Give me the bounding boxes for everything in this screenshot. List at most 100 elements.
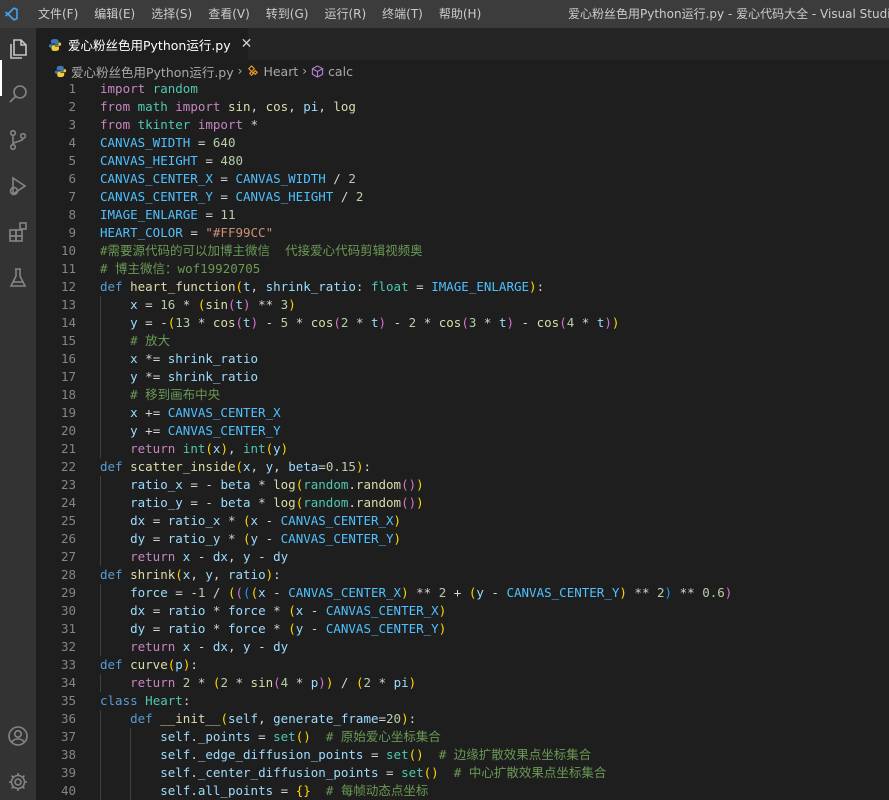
- code-line[interactable]: 25 dx = ratio_x * (x - CANVAS_CENTER_X): [36, 512, 889, 530]
- breadcrumb-class[interactable]: Heart: [246, 64, 298, 79]
- line-number: 32: [60, 639, 76, 654]
- code-line[interactable]: 10 #需要源代码的可以加博主微信 代接爱心代码剪辑视频奥: [36, 242, 889, 260]
- search-icon[interactable]: [0, 76, 36, 112]
- settings-gear-icon[interactable]: [0, 764, 36, 800]
- code-token: 0.15: [325, 459, 356, 474]
- code-line[interactable]: 37 self._points = set() # 原始爱心坐标集合: [36, 728, 889, 746]
- code-line[interactable]: 24 ratio_y = - beta * log(random.random(…: [36, 494, 889, 512]
- code-token: self: [160, 765, 191, 780]
- extensions-icon[interactable]: [0, 214, 36, 250]
- code-line[interactable]: 4 CANVAS_WIDTH = 640: [36, 134, 889, 152]
- code-line[interactable]: 40 self.all_points = {} # 每帧动态点坐标: [36, 782, 889, 800]
- testing-icon[interactable]: [0, 260, 36, 296]
- run-debug-icon[interactable]: [0, 168, 36, 204]
- code-text: x *= shrink_ratio: [100, 350, 258, 368]
- code-line[interactable]: 16 x *= shrink_ratio: [36, 350, 889, 368]
- code-token: (: [559, 315, 567, 330]
- code-line[interactable]: 13 x = 16 * (sin(t) ** 3): [36, 296, 889, 314]
- code-line[interactable]: 19 x += CANVAS_CENTER_X: [36, 404, 889, 422]
- menu-run[interactable]: 运行(R): [316, 0, 374, 28]
- code-token: -: [386, 315, 409, 330]
- code-token: ): [724, 585, 733, 600]
- code-text: return x - dx, y - dy: [100, 638, 288, 656]
- menu-file[interactable]: 文件(F): [30, 0, 86, 28]
- code-token: *: [250, 495, 274, 510]
- code-text: CANVAS_WIDTH = 640: [100, 134, 235, 152]
- code-line[interactable]: 18 # 移到画布中央: [36, 386, 889, 404]
- code-text: def __init__(self, generate_frame=20):: [100, 710, 416, 728]
- menu-edit[interactable]: 编辑(E): [86, 0, 143, 28]
- menu-go[interactable]: 转到(G): [258, 0, 317, 28]
- code-text: import random: [100, 82, 198, 98]
- code-line[interactable]: 27 return x - dx, y - dy: [36, 548, 889, 566]
- source-control-icon[interactable]: [0, 122, 36, 158]
- code-line[interactable]: 3 from tkinter import *: [36, 116, 889, 134]
- account-icon[interactable]: [0, 718, 36, 754]
- line-number: 18: [60, 387, 76, 402]
- breadcrumb-method[interactable]: calc: [311, 64, 353, 79]
- tab-active-file[interactable]: 爱心粉丝色用Python运行.py ✕: [36, 28, 252, 60]
- code-line[interactable]: 11 # 博主微信：wof19920705: [36, 260, 889, 278]
- code-line[interactable]: 33 def curve(p):: [36, 656, 889, 674]
- menu-selection[interactable]: 选择(S): [143, 0, 200, 28]
- code-line[interactable]: 38 self._edge_diffusion_points = set() #…: [36, 746, 889, 764]
- code-line[interactable]: 36 def __init__(self, generate_frame=20)…: [36, 710, 889, 728]
- code-token: .: [348, 477, 356, 492]
- line-number: 22: [60, 459, 76, 474]
- code-token: # 移到画布中央: [130, 387, 221, 402]
- code-line[interactable]: 35 class Heart:: [36, 692, 889, 710]
- code-line[interactable]: 20 y += CANVAS_CENTER_Y: [36, 422, 889, 440]
- menu-view[interactable]: 查看(V): [200, 0, 258, 28]
- code-line[interactable]: 8 IMAGE_ENLARGE = 11: [36, 206, 889, 224]
- code-line[interactable]: 12 def heart_function(t, shrink_ratio: fl…: [36, 278, 889, 296]
- code-token: y: [243, 549, 251, 564]
- code-line[interactable]: 1 import random: [36, 82, 889, 98]
- code-text: def heart_function(t, shrink_ratio: floa…: [100, 278, 544, 296]
- code-editor[interactable]: 1 import random 2 from math import sin, cos…: [36, 82, 889, 800]
- code-line[interactable]: 6 CANVAS_CENTER_X = CANVAS_WIDTH / 2: [36, 170, 889, 188]
- code-line[interactable]: 5 CANVAS_HEIGHT = 480: [36, 152, 889, 170]
- code-line[interactable]: 34 return 2 * (2 * sin(4 * p)) / (2 * pi…: [36, 674, 889, 692]
- code-line[interactable]: 32 return x - dx, y - dy: [36, 638, 889, 656]
- code-token: def: [100, 567, 123, 582]
- code-line[interactable]: 31 dy = ratio * force * (y - CANVAS_CENT…: [36, 620, 889, 638]
- code-token: =: [408, 279, 432, 294]
- line-number: 15: [60, 333, 76, 348]
- code-token: +: [446, 585, 469, 600]
- code-line[interactable]: 29 force = -1 / ((((x - CANVAS_CENTER_X)…: [36, 584, 889, 602]
- code-line[interactable]: 17 y *= shrink_ratio: [36, 368, 889, 386]
- code-line[interactable]: 2 from math import sin, cos, pi, log: [36, 98, 889, 116]
- method-symbol-icon: [311, 64, 324, 78]
- line-number: 26: [60, 531, 76, 546]
- code-line[interactable]: 30 dx = ratio * force * (x - CANVAS_CENT…: [36, 602, 889, 620]
- code-line[interactable]: 15 # 放大: [36, 332, 889, 350]
- code-token: ,: [273, 459, 289, 474]
- close-tab-icon[interactable]: ✕: [241, 36, 253, 52]
- code-token: cos: [265, 99, 289, 114]
- code-text: y = -(13 * cos(t) - 5 * cos(2 * t) - 2 *…: [100, 314, 619, 332]
- code-line[interactable]: 21 return int(x), int(y): [36, 440, 889, 458]
- code-line[interactable]: 14 y = -(13 * cos(t) - 5 * cos(2 * t) - …: [36, 314, 889, 332]
- code-text: self.all_points = {} # 每帧动态点坐标: [100, 782, 428, 800]
- code-token: *: [190, 675, 213, 690]
- files-icon[interactable]: [0, 31, 36, 67]
- code-token: CANVAS_HEIGHT: [235, 189, 334, 204]
- menu-terminal[interactable]: 终端(T): [374, 0, 431, 28]
- code-token: math: [137, 99, 168, 114]
- code-line[interactable]: 23 ratio_x = - beta * log(random.random(…: [36, 476, 889, 494]
- code-line[interactable]: 9 HEART_COLOR = "#FF99CC": [36, 224, 889, 242]
- code-line[interactable]: 28 def shrink(x, y, ratio):: [36, 566, 889, 584]
- menu-help[interactable]: 帮助(H): [431, 0, 489, 28]
- code-token: .: [190, 729, 198, 744]
- code-line[interactable]: 7 CANVAS_CENTER_Y = CANVAS_HEIGHT / 2: [36, 188, 889, 206]
- code-token: ,: [318, 99, 334, 114]
- code-token: IMAGE_ENLARGE: [431, 279, 530, 294]
- code-line[interactable]: 39 self._center_diffusion_points = set()…: [36, 764, 889, 782]
- breadcrumb-file[interactable]: 爱心粉丝色用Python运行.py: [54, 62, 234, 81]
- vscode-logo-icon[interactable]: [0, 0, 22, 28]
- code-line[interactable]: 22 def scatter_inside(x, y, beta=0.15):: [36, 458, 889, 476]
- code-line[interactable]: 26 dy = ratio_y * (y - CANVAS_CENTER_Y): [36, 530, 889, 548]
